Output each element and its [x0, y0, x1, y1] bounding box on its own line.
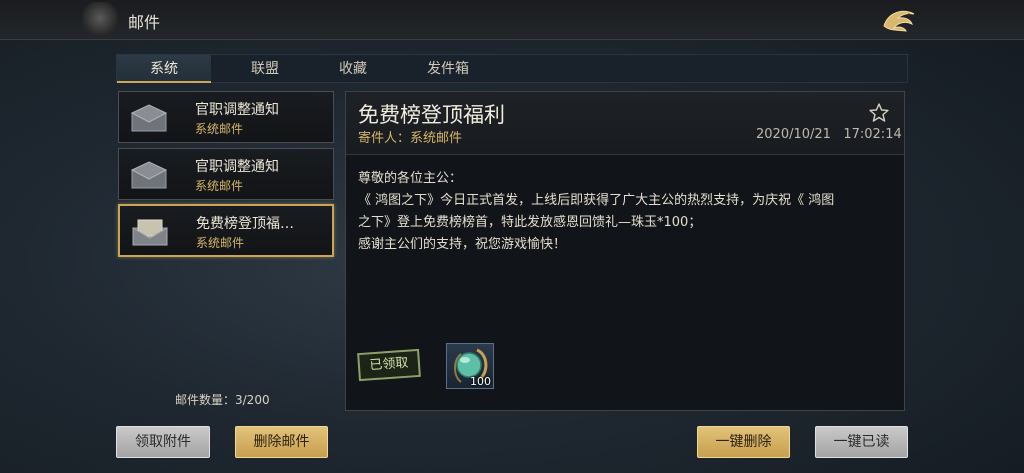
tab-outbox[interactable]: 发件箱	[401, 55, 495, 83]
mail-body: 尊敬的各位主公： 《 鸿图之下》今日正式首发，上线后即获得了广大主公的热烈支持，…	[358, 168, 896, 256]
mail-body-line: 之下》登上免费榜榜首，特此发放感恩回馈礼—珠玉*100；	[358, 215, 702, 230]
mail-detail-time: 17:02:14	[843, 127, 902, 142]
mail-list-item[interactable]: 官职调整通知 系统邮件	[118, 148, 334, 200]
mail-detail-header: 免费榜登顶福利 寄件人：系统邮件 2020/10/21 17:02:14	[346, 92, 904, 155]
mail-sender: 系统邮件	[195, 179, 244, 193]
mail-detail-sender: 寄件人：系统邮件	[358, 131, 463, 146]
envelope-icon	[130, 104, 168, 132]
claim-attachments-button[interactable]: 领取附件	[116, 426, 210, 458]
mail-body-line: 《 鸿图之下》今日正式首发，上线后即获得了广大主公的热烈支持，为庆祝《 鸿图	[358, 193, 835, 208]
mail-list-item-selected[interactable]: 免费榜登顶福… 系统邮件	[118, 204, 334, 257]
tab-alliance[interactable]: 联盟	[218, 55, 312, 83]
page-title: 邮件	[128, 13, 161, 32]
mail-detail-panel: 免费榜登顶福利 寄件人：系统邮件 2020/10/21 17:02:14 尊敬的…	[345, 91, 905, 411]
mail-body-line: 尊敬的各位主公：	[358, 171, 463, 186]
mail-emblem-icon	[82, 2, 118, 38]
mail-list-item[interactable]: 官职调整通知 系统邮件	[118, 91, 334, 143]
tab-system[interactable]: 系统	[117, 55, 211, 83]
attachment-quantity: 100	[470, 375, 491, 388]
mail-count: 邮件数量：3/200	[175, 393, 270, 407]
mail-detail-datetime: 2020/10/21 17:02:14	[756, 127, 902, 142]
mail-tabs: 系统 联盟 收藏 发件箱	[116, 54, 908, 83]
mail-sender: 系统邮件	[195, 122, 244, 136]
tab-favorites[interactable]: 收藏	[306, 55, 400, 83]
mail-detail-title: 免费榜登顶福利	[358, 103, 505, 127]
claimed-stamp: 已领取	[357, 348, 421, 382]
mail-subject: 免费榜登顶福…	[196, 216, 294, 232]
dragon-back-icon[interactable]	[878, 4, 922, 36]
star-icon[interactable]	[868, 102, 890, 124]
mail-subject: 官职调整通知	[195, 102, 279, 118]
mail-subject: 官职调整通知	[195, 159, 279, 175]
delete-mail-button[interactable]: 删除邮件	[235, 426, 328, 458]
attachment-slot[interactable]: 100	[446, 343, 494, 389]
mail-detail-date: 2020/10/21	[756, 127, 831, 142]
delete-all-button[interactable]: 一键删除	[697, 426, 790, 458]
envelope-icon	[130, 161, 168, 189]
top-bar: 邮件	[0, 0, 1024, 40]
envelope-open-icon	[132, 218, 168, 246]
mail-body-line: 感谢主公们的支持，祝您游戏愉快！	[358, 237, 567, 252]
read-all-button[interactable]: 一键已读	[815, 426, 908, 458]
mail-sender: 系统邮件	[196, 236, 245, 250]
